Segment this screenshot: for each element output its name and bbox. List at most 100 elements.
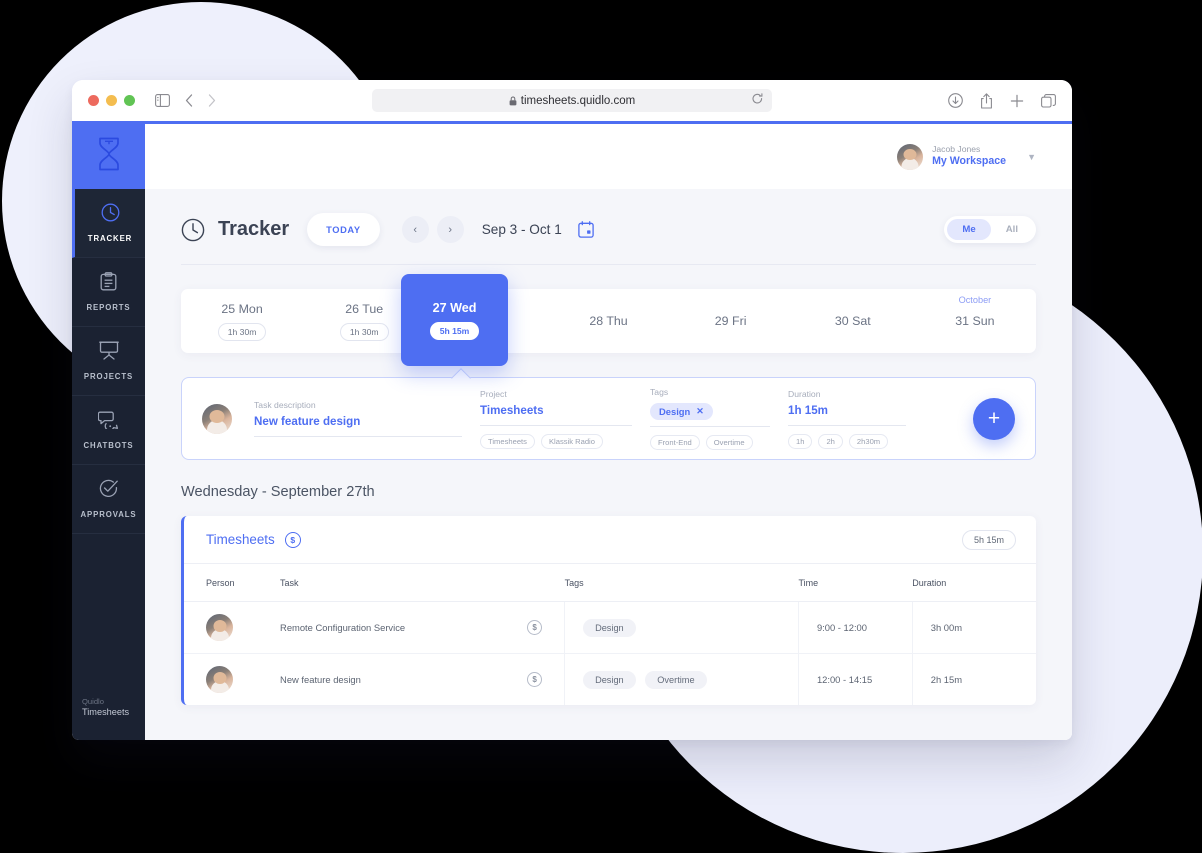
timesheets-title[interactable]: Timesheets bbox=[206, 532, 275, 547]
week-day-label: 29 Fri bbox=[714, 314, 747, 328]
forward-arrow-icon[interactable] bbox=[208, 94, 216, 107]
app-sidebar: TRACKER REPORTS PROJECTS CHATBOTS APPROV… bbox=[72, 124, 145, 740]
page-stage: timesheets.quidlo.com TRACKER REPORTS PR… bbox=[0, 0, 1202, 853]
column-header-time: Time bbox=[798, 564, 913, 602]
tag-suggestions: Front-End Overtime bbox=[650, 435, 770, 450]
plus-icon[interactable] bbox=[1010, 94, 1024, 108]
sidebar-item-reports[interactable]: REPORTS bbox=[72, 258, 145, 327]
week-day-label: 28 Thu bbox=[589, 314, 628, 328]
avatar bbox=[206, 666, 233, 693]
duration-label: Duration bbox=[788, 388, 821, 399]
chevron-right-icon[interactable]: › bbox=[436, 216, 464, 243]
reload-icon[interactable] bbox=[752, 93, 763, 108]
row-tag: Design bbox=[583, 670, 636, 689]
row-task-label: New feature design bbox=[280, 674, 361, 685]
browser-window: timesheets.quidlo.com TRACKER REPORTS PR… bbox=[72, 80, 1072, 740]
week-day-2-selected[interactable]: 27 Wed 5h 15m bbox=[401, 274, 508, 366]
column-header-duration: Duration bbox=[912, 564, 1036, 602]
close-window-button[interactable] bbox=[88, 95, 99, 106]
close-icon[interactable]: ✕ bbox=[696, 406, 704, 417]
chevron-down-icon[interactable]: ▼ bbox=[1027, 152, 1036, 162]
avatar bbox=[897, 143, 924, 170]
row-duration-cell: 3h 00m bbox=[911, 601, 1036, 654]
sidebar-brand-bottom: Timesheets bbox=[82, 706, 130, 717]
clock-icon bbox=[181, 218, 205, 242]
column-header-task: Task bbox=[280, 564, 565, 602]
check-circle-icon bbox=[99, 479, 118, 503]
row-time-cell: 12:00 - 14:15 bbox=[797, 653, 913, 705]
tag-chip-label: Design bbox=[659, 406, 691, 417]
workspace-switcher[interactable]: Jacob Jones My Workspace ▼ bbox=[897, 143, 1036, 170]
project-suggestion[interactable]: Timesheets bbox=[480, 433, 535, 449]
clipboard-icon bbox=[100, 272, 117, 296]
task-description-input[interactable]: New feature design bbox=[254, 415, 462, 437]
page-title: Tracker bbox=[218, 218, 290, 240]
maximize-window-button[interactable] bbox=[124, 95, 135, 106]
tab-overview-icon[interactable] bbox=[1041, 93, 1056, 108]
task-description-field[interactable]: Task description New feature design bbox=[254, 400, 462, 437]
user-name: Jacob Jones bbox=[932, 144, 981, 155]
week-day-duration: 1h 30m bbox=[339, 322, 389, 341]
week-day-label: 27 Wed bbox=[432, 300, 477, 315]
duration-suggestion[interactable]: 2h30m bbox=[848, 433, 889, 449]
week-day-0[interactable]: 25 Mon 1h 30m bbox=[181, 289, 303, 353]
duration-suggestion[interactable]: 2h bbox=[818, 433, 843, 449]
tag-suggestion[interactable]: Front-End bbox=[650, 435, 700, 450]
duration-field[interactable]: Duration 1h 15m 1h 2h 2h30m bbox=[788, 389, 906, 449]
row-duration-cell: 2h 15m bbox=[911, 653, 1036, 705]
week-day-3[interactable]: 28 Thu bbox=[547, 289, 669, 353]
sidebar-item-chatbots[interactable]: CHATBOTS bbox=[72, 396, 145, 465]
add-entry-button[interactable]: + bbox=[973, 397, 1015, 440]
duration-suggestion[interactable]: 1h bbox=[788, 433, 813, 449]
timesheets-table: Person Task Tags Time Duration Remote Co… bbox=[184, 564, 1036, 705]
table-row[interactable]: New feature design $ Design Overtime 12:… bbox=[184, 653, 1036, 706]
calendar-icon[interactable] bbox=[578, 221, 594, 238]
back-arrow-icon[interactable] bbox=[185, 94, 193, 107]
week-day-label: 31 Sun bbox=[955, 314, 995, 328]
browser-toolbar: timesheets.quidlo.com bbox=[72, 80, 1072, 121]
sidebar-item-label: CHATBOTS bbox=[83, 440, 134, 450]
today-button[interactable]: TODAY bbox=[307, 213, 380, 246]
share-icon[interactable] bbox=[980, 92, 993, 109]
row-tag: Overtime bbox=[645, 670, 707, 689]
table-header-row: Person Task Tags Time Duration bbox=[184, 564, 1036, 602]
tags-underline bbox=[650, 426, 770, 427]
chevron-left-icon[interactable]: ‹ bbox=[401, 216, 429, 243]
time-entry-form: Task description New feature design Proj… bbox=[181, 368, 1036, 460]
row-task-cell: New feature design $ bbox=[280, 654, 565, 706]
sidebar-item-tracker[interactable]: TRACKER bbox=[72, 189, 145, 258]
window-traffic-lights bbox=[88, 95, 135, 106]
app-main: Jacob Jones My Workspace ▼ Tracker TODAY… bbox=[145, 124, 1072, 740]
duration-input[interactable]: 1h 15m bbox=[788, 404, 906, 426]
tag-chip[interactable]: Design ✕ bbox=[650, 403, 713, 420]
scope-all-button[interactable]: All bbox=[991, 219, 1033, 240]
avatar bbox=[206, 614, 233, 641]
hourglass-logo-icon bbox=[96, 137, 122, 176]
sidebar-item-label: REPORTS bbox=[86, 303, 131, 312]
app-logo[interactable] bbox=[72, 124, 145, 189]
tag-suggestion[interactable]: Overtime bbox=[705, 435, 753, 450]
download-icon[interactable] bbox=[948, 93, 963, 108]
minimize-window-button[interactable] bbox=[106, 95, 117, 106]
address-bar[interactable]: timesheets.quidlo.com bbox=[372, 89, 772, 112]
tags-field[interactable]: Tags Design ✕ Front-End Overtime bbox=[650, 387, 770, 450]
sidebar-item-projects[interactable]: PROJECTS bbox=[72, 327, 145, 396]
week-day-4[interactable]: 29 Fri bbox=[670, 289, 792, 353]
week-day-5[interactable]: 30 Sat bbox=[792, 289, 914, 353]
project-suggestion[interactable]: Klassik Radio bbox=[540, 433, 603, 449]
row-time-cell: 9:00 - 12:00 bbox=[797, 601, 913, 654]
timesheets-card-header: Timesheets $ 5h 15m bbox=[184, 516, 1036, 564]
week-day-6[interactable]: October 31 Sun bbox=[914, 289, 1036, 353]
tracker-header: Tracker TODAY ‹ › Sep 3 - Oct 1 Me All bbox=[181, 189, 1036, 265]
sidebar-toggle-icon[interactable] bbox=[155, 94, 170, 107]
project-field[interactable]: Project Timesheets Timesheets Klassik Ra… bbox=[480, 389, 632, 449]
sidebar-item-label: TRACKER bbox=[87, 234, 133, 243]
row-tag: Design bbox=[583, 618, 636, 637]
app-root: TRACKER REPORTS PROJECTS CHATBOTS APPROV… bbox=[72, 121, 1072, 740]
sidebar-item-approvals[interactable]: APPROVALS bbox=[72, 465, 145, 534]
tags-selected: Design ✕ bbox=[650, 402, 770, 420]
scope-me-button[interactable]: Me bbox=[947, 219, 991, 240]
project-input[interactable]: Timesheets bbox=[480, 404, 632, 426]
timesheets-card: Timesheets $ 5h 15m Person Task Tags Tim… bbox=[181, 516, 1036, 705]
table-row[interactable]: Remote Configuration Service $ Design 9:… bbox=[184, 601, 1036, 654]
